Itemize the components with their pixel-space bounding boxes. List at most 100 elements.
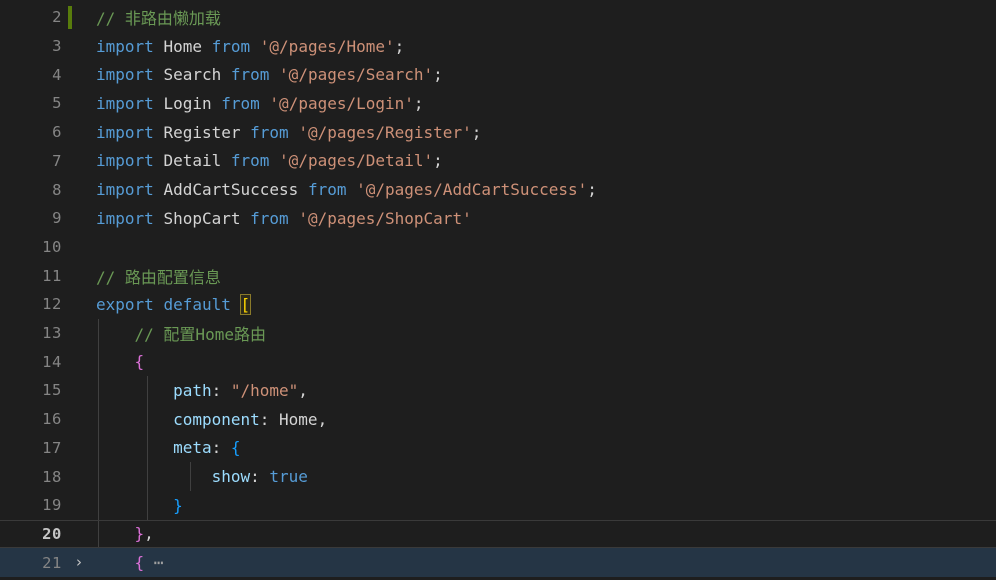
token-prop: meta [173,438,212,458]
token-id: Register [163,122,241,142]
line-content[interactable]: import AddCartSuccess from '@/pages/AddC… [96,175,597,204]
token-str: '@/pages/Search' [279,65,434,85]
token-kw: default [163,294,231,314]
editor-gutter[interactable]: 4 [0,60,96,89]
token-kw: import [96,122,154,142]
token-punc [96,352,135,371]
line-content[interactable]: // 配置Home路由 [96,319,266,348]
editor-line[interactable]: 19 } [0,491,996,520]
line-content[interactable]: import Home from '@/pages/Home'; [96,32,404,61]
editor-gutter[interactable]: 5 [0,89,96,118]
editor-gutter[interactable]: 16 [0,405,96,434]
editor-line[interactable]: 21 › { ⋯ [0,548,996,577]
editor-line[interactable]: 11 // 路由配置信息 [0,261,996,290]
editor-gutter[interactable]: 2 [0,3,96,32]
token-kw: from [307,180,347,200]
editor-gutter[interactable]: 20 [0,520,96,549]
editor-line[interactable]: 15 path: "/home", [0,376,996,405]
line-content[interactable]: } [96,491,183,520]
line-content[interactable]: import Detail from '@/pages/Detail'; [96,147,443,176]
token-punc [96,438,173,457]
token-id: Login [163,93,212,113]
editor-line[interactable]: 12 export default [ [0,290,996,319]
editor-gutter[interactable]: 3 [0,32,96,61]
line-number: 12 [42,295,62,314]
editor-gutter[interactable]: 21 › [0,548,96,577]
editor-gutter[interactable]: 19 [0,491,96,520]
git-modified-marker [68,6,72,29]
editor-gutter[interactable]: 12 [0,290,96,319]
editor-gutter[interactable]: 7 [0,147,96,176]
editor-line[interactable]: 17 meta: { [0,434,996,463]
line-number: 14 [42,352,62,371]
editor-gutter[interactable]: 8 [0,175,96,204]
line-number: 9 [52,209,62,228]
token-str: '@/pages/Home' [259,36,395,56]
line-content[interactable]: }, [96,520,154,549]
token-punc [250,37,260,56]
editor-line[interactable]: 6 import Register from '@/pages/Register'… [0,118,996,147]
line-content[interactable]: path: "/home", [96,376,308,405]
editor-line[interactable]: 13 // 配置Home路由 [0,319,996,348]
token-id: Search [163,65,222,85]
editor-line[interactable]: 2 // 非路由懒加载 [0,3,996,32]
token-b1: { [134,352,145,372]
line-number: 11 [42,266,62,285]
line-content[interactable]: import Login from '@/pages/Login'; [96,89,424,118]
token-dots: ⋯ [144,553,164,573]
line-number: 16 [42,410,62,429]
editor-line[interactable]: 10 [0,233,996,262]
token-punc: , [298,380,308,400]
editor-gutter[interactable]: 13 [0,319,96,348]
token-punc: ; [471,122,482,142]
line-content[interactable]: import Register from '@/pages/Register'; [96,118,481,147]
editor-gutter[interactable]: 9 [0,204,96,233]
editor-line[interactable]: 20 }, [0,519,996,549]
editor-line[interactable]: 4 import Search from '@/pages/Search'; [0,60,996,89]
token-punc [96,324,135,343]
token-prop: component [173,409,260,429]
token-str: '@/pages/AddCartSuccess' [356,180,588,200]
line-number: 13 [42,324,62,343]
editor-line[interactable]: 3 import Home from '@/pages/Home'; [0,32,996,61]
editor-gutter[interactable]: 17 [0,434,96,463]
line-content[interactable]: { ⋯ [96,548,164,577]
editor-line[interactable]: 8 import AddCartSuccess from '@/pages/Add… [0,175,996,204]
line-content[interactable]: export default [ [96,290,252,319]
editor-gutter[interactable]: 11 [0,261,96,290]
line-number: 8 [52,180,62,199]
token-kw: from [230,65,270,85]
token-str: '@/pages/Detail' [279,151,434,171]
token-punc [241,209,251,228]
line-content[interactable]: import ShopCart from '@/pages/ShopCart' [96,204,472,233]
editor-gutter[interactable]: 14 [0,347,96,376]
code-editor[interactable]: 2 // 非路由懒加载 3 import Home from '@/pages/Hom… [0,0,996,580]
line-content[interactable]: // 非路由懒加载 [96,3,221,32]
editor-gutter[interactable]: 10 [0,233,96,262]
editor-gutter[interactable]: 15 [0,376,96,405]
token-b1: } [134,524,145,544]
token-punc [96,496,173,515]
token-punc [269,151,279,170]
line-content[interactable]: show: true [96,462,308,491]
editor-line[interactable]: 18 show: true [0,462,996,491]
line-content[interactable]: meta: { [96,434,240,463]
editor-line[interactable]: 16 component: Home, [0,405,996,434]
line-content[interactable]: import Search from '@/pages/Search'; [96,60,443,89]
line-number: 7 [52,151,62,170]
editor-line[interactable]: 5 import Login from '@/pages/Login'; [0,89,996,118]
editor-gutter[interactable]: 18 [0,462,96,491]
editor-line[interactable]: 14 { [0,347,996,376]
editor-line[interactable]: 7 import Detail from '@/pages/Detail'; [0,147,996,176]
line-content[interactable]: component: Home, [96,405,327,434]
editor-gutter[interactable]: 6 [0,118,96,147]
token-kw: from [250,122,289,142]
token-str: "/home" [230,380,299,400]
token-punc [221,65,231,84]
line-content[interactable]: // 路由配置信息 [96,261,221,290]
chevron-right-icon[interactable]: › [76,555,82,570]
line-content[interactable]: { [96,347,145,376]
line-number: 15 [42,381,62,400]
token-kw: true [269,467,308,487]
editor-line[interactable]: 9 import ShopCart from '@/pages/ShopCart' [0,204,996,233]
